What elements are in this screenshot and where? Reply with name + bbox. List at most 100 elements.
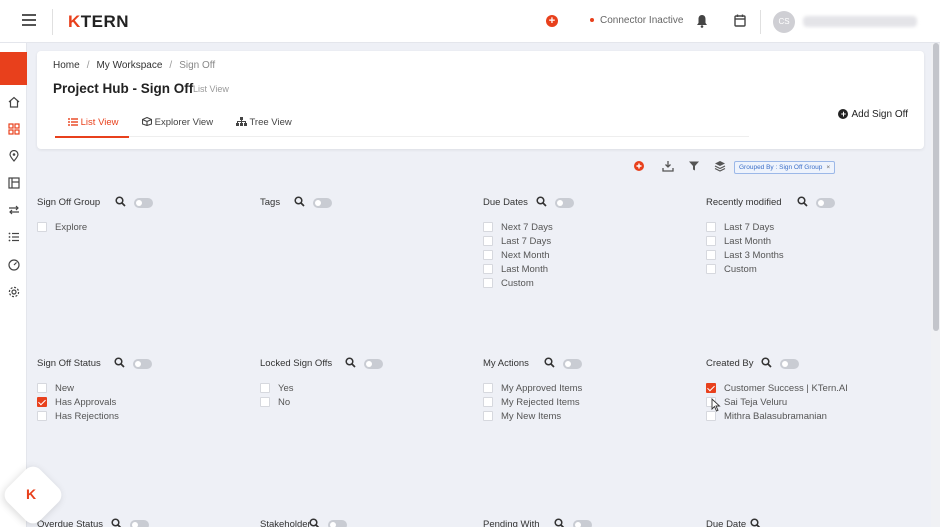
add-circle-icon[interactable]	[633, 160, 645, 172]
filter-option[interactable]: Last Month	[706, 234, 784, 248]
filter-option[interactable]: Last 7 Days	[483, 234, 553, 248]
checkbox[interactable]	[706, 250, 716, 260]
tab-explorer-view[interactable]: Explorer View	[141, 116, 213, 128]
filter-toggle[interactable]	[780, 359, 799, 369]
filter-toggle[interactable]	[130, 520, 149, 527]
filter-option[interactable]: Yes	[260, 381, 294, 395]
tab-list-view[interactable]: List View	[68, 117, 118, 128]
connector-status[interactable]: Connector Inactive	[590, 15, 683, 26]
filter-option[interactable]: Has Approvals	[37, 395, 119, 409]
filter-option[interactable]: Customer Success | KTern.AI	[706, 381, 848, 395]
user-name-redacted[interactable]	[803, 16, 917, 27]
search-icon[interactable]	[115, 196, 126, 207]
filter-toggle[interactable]	[816, 198, 835, 208]
checkbox[interactable]	[706, 236, 716, 246]
filter-toggle[interactable]	[133, 359, 152, 369]
search-icon[interactable]	[345, 357, 356, 368]
add-sign-off-button[interactable]: + Add Sign Off	[838, 109, 908, 120]
download-icon[interactable]	[662, 160, 674, 172]
location-pin-icon[interactable]	[8, 150, 20, 162]
checkbox[interactable]	[37, 397, 47, 407]
close-icon[interactable]: ×	[826, 164, 830, 171]
filter-option[interactable]: My Approved Items	[483, 381, 582, 395]
dashboard-icon[interactable]	[8, 123, 20, 135]
checkbox[interactable]	[483, 222, 493, 232]
checkbox[interactable]	[483, 250, 493, 260]
filter-toggle[interactable]	[573, 520, 592, 527]
checkbox[interactable]	[706, 264, 716, 274]
home-icon[interactable]	[8, 96, 20, 108]
filter-option-label: Custom	[501, 277, 534, 289]
checkbox[interactable]	[483, 278, 493, 288]
checkbox[interactable]	[37, 222, 47, 232]
checkbox[interactable]	[706, 222, 716, 232]
filter-toggle[interactable]	[555, 198, 574, 208]
transfer-icon[interactable]	[8, 204, 20, 216]
filter-option[interactable]: Sai Teja Veluru	[706, 395, 848, 409]
checkbox[interactable]	[260, 383, 270, 393]
filter-option-label: No	[278, 396, 291, 408]
checkbox[interactable]	[483, 383, 493, 393]
list-icon[interactable]	[8, 231, 20, 243]
settings-gear-icon[interactable]	[8, 286, 20, 298]
search-icon[interactable]	[111, 518, 122, 527]
filter-toggle[interactable]	[313, 198, 332, 208]
grouped-by-chip[interactable]: Grouped By : Sign Off Group ×	[734, 161, 836, 174]
filter-option[interactable]: Custom	[483, 276, 553, 290]
gauge-icon[interactable]	[8, 259, 20, 271]
checkbox[interactable]	[706, 411, 716, 421]
search-icon[interactable]	[536, 196, 547, 207]
bell-icon[interactable]	[696, 14, 708, 28]
search-icon[interactable]	[114, 357, 125, 368]
checkbox[interactable]	[260, 397, 270, 407]
checkbox[interactable]	[37, 383, 47, 393]
tab-tree-view[interactable]: Tree View	[236, 117, 292, 128]
search-icon[interactable]	[750, 518, 761, 527]
filter-group-title: Locked Sign Offs	[260, 358, 333, 369]
filter-option[interactable]: My Rejected Items	[483, 395, 582, 409]
search-icon[interactable]	[309, 518, 320, 527]
filter-option[interactable]: Next Month	[483, 248, 553, 262]
search-icon[interactable]	[554, 518, 565, 527]
board-icon[interactable]	[8, 177, 20, 189]
filter-option[interactable]: Explore	[37, 220, 87, 234]
checkbox[interactable]	[483, 236, 493, 246]
checkbox[interactable]	[483, 264, 493, 274]
filter-toggle[interactable]	[134, 198, 153, 208]
search-icon[interactable]	[797, 196, 808, 207]
filter-option[interactable]: Custom	[706, 262, 784, 276]
avatar[interactable]: CS	[773, 11, 795, 33]
ktern-assistant-label: K	[26, 486, 37, 502]
filter-option[interactable]: My New Items	[483, 409, 582, 423]
filter-toggle[interactable]	[328, 520, 347, 527]
hamburger-menu-icon[interactable]	[22, 14, 36, 26]
filter-option[interactable]: Mithra Balasubramanian	[706, 409, 848, 423]
layers-icon[interactable]	[714, 160, 726, 172]
filter-option[interactable]: No	[260, 395, 294, 409]
search-icon[interactable]	[761, 357, 772, 368]
filter-option[interactable]: Last 7 Days	[706, 220, 784, 234]
breadcrumb-workspace[interactable]: My Workspace	[96, 60, 162, 71]
search-icon[interactable]	[294, 196, 305, 207]
filter-option[interactable]: Last 3 Months	[706, 248, 784, 262]
filter-toggle[interactable]	[364, 359, 383, 369]
filter-icon[interactable]	[688, 160, 700, 172]
cube-icon	[141, 116, 153, 127]
filter-option[interactable]: New	[37, 381, 119, 395]
checkbox[interactable]	[483, 397, 493, 407]
filter-toggle[interactable]	[563, 359, 582, 369]
calendar-icon[interactable]	[734, 14, 746, 27]
filter-option[interactable]: Has Rejections	[37, 409, 119, 423]
search-icon[interactable]	[544, 357, 555, 368]
filter-group-header: Sign Off Group	[37, 195, 247, 211]
ktern-logo[interactable]: KTERN	[68, 12, 129, 32]
checkbox[interactable]	[37, 411, 47, 421]
add-icon[interactable]: +	[546, 15, 558, 27]
filter-option[interactable]: Next 7 Days	[483, 220, 553, 234]
filter-option[interactable]: Last Month	[483, 262, 553, 276]
checkbox[interactable]	[706, 383, 716, 393]
checkbox[interactable]	[483, 411, 493, 421]
filter-options: Customer Success | KTern.AI Sai Teja Velu…	[706, 381, 848, 423]
scrollbar-thumb[interactable]	[933, 43, 939, 331]
breadcrumb-home[interactable]: Home	[53, 60, 80, 71]
